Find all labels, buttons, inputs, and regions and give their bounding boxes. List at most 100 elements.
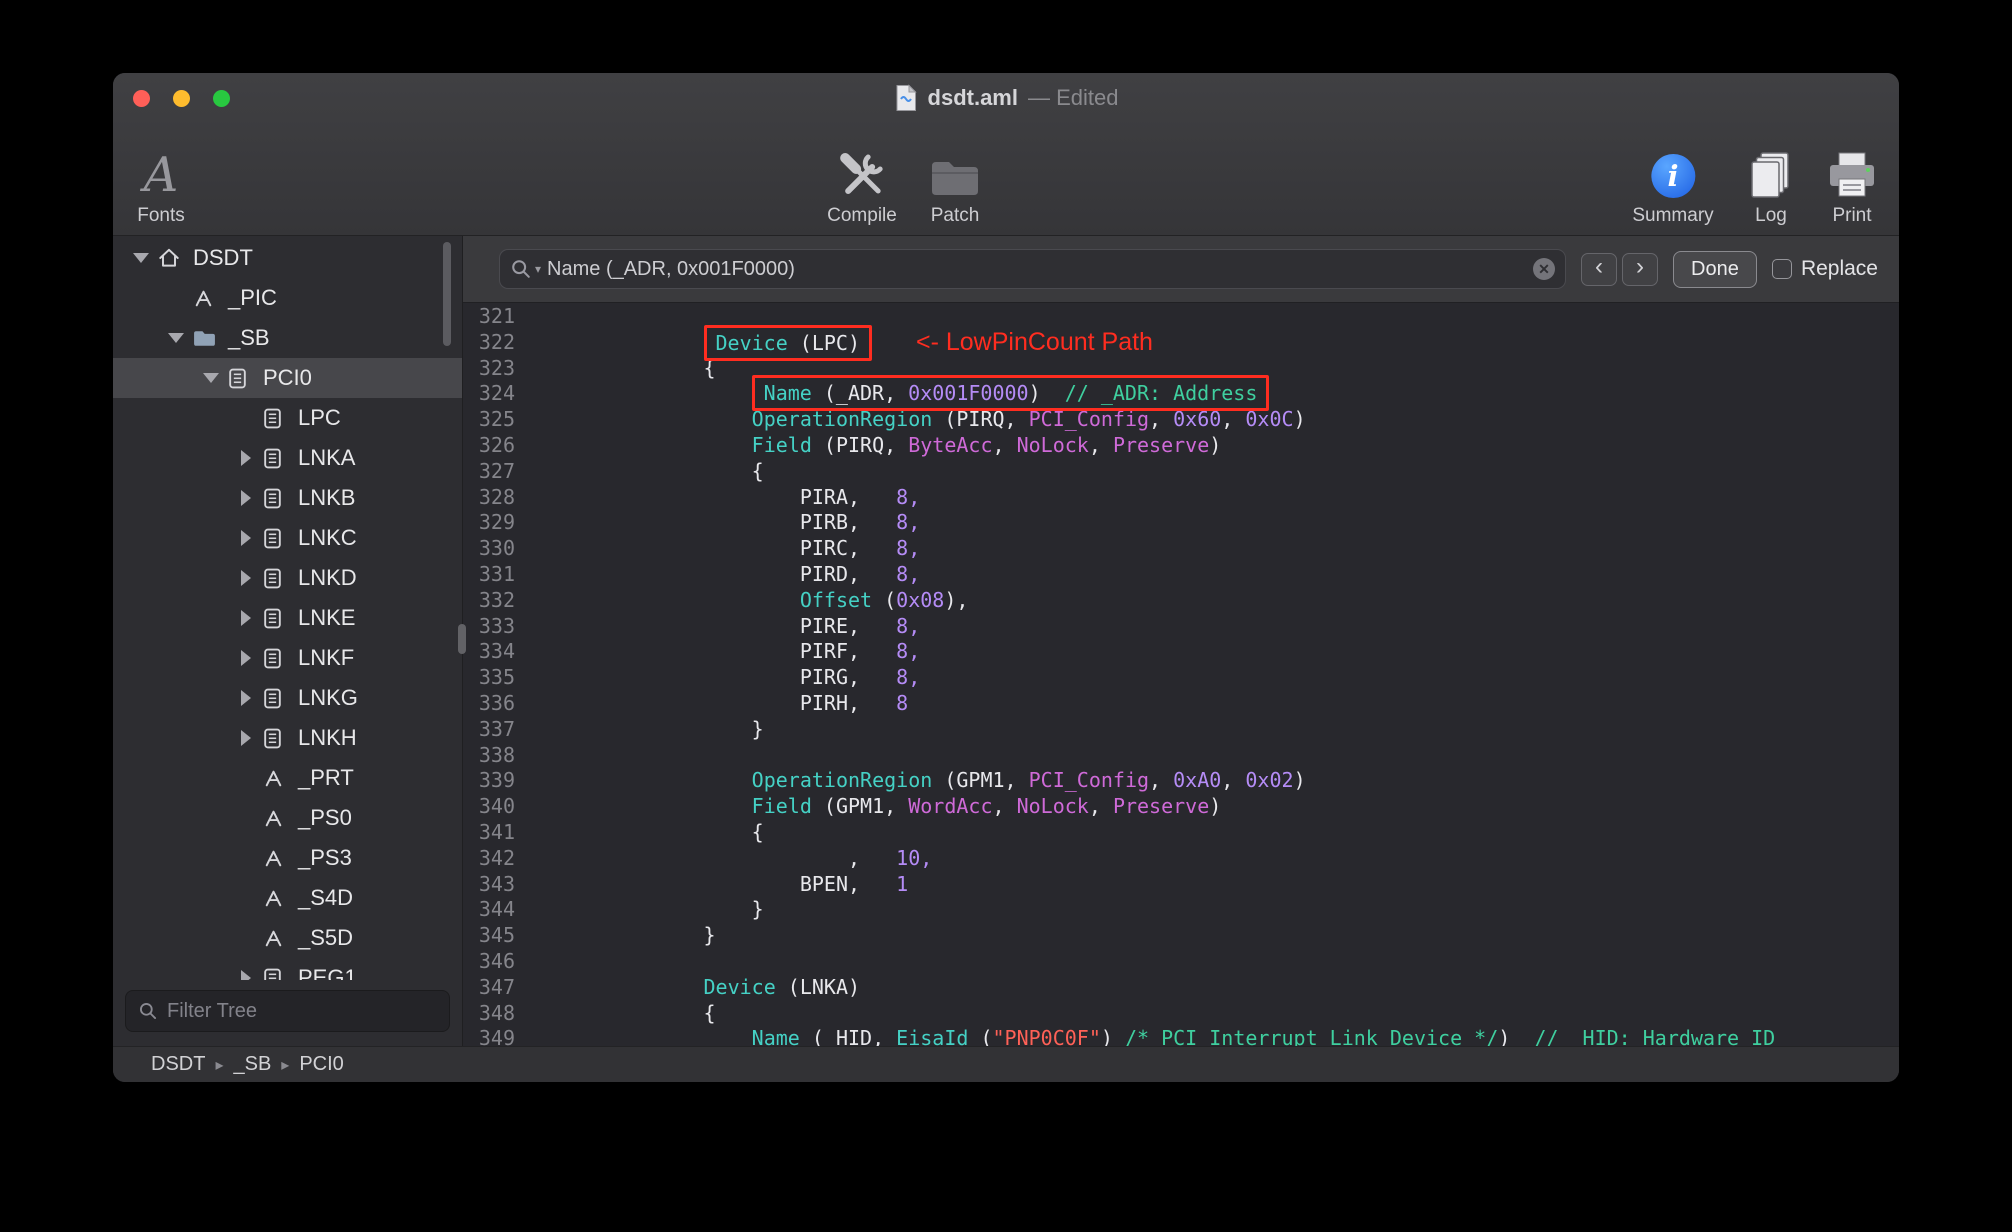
zoom-window-button[interactable] bbox=[213, 89, 230, 107]
patch-label: Patch bbox=[930, 205, 980, 226]
tree-item-_ps0[interactable]: _PS0 bbox=[113, 798, 462, 838]
replace-checkbox[interactable] bbox=[1771, 259, 1792, 279]
disclosure-triangle-icon[interactable] bbox=[160, 333, 192, 343]
print-label: Print bbox=[1832, 205, 1872, 226]
disclosure-triangle-icon[interactable] bbox=[195, 373, 227, 383]
sidebar-scrollbar-thumb[interactable] bbox=[443, 242, 451, 346]
tree-item-lnkc[interactable]: LNKC bbox=[113, 518, 462, 558]
code-token: (PIRQ, bbox=[811, 432, 909, 457]
tree-item-dsdt[interactable]: DSDT bbox=[113, 238, 462, 278]
tree-item-_s4d[interactable]: _S4D bbox=[113, 878, 462, 918]
method-icon bbox=[262, 847, 292, 870]
tree-item-_prt[interactable]: _PRT bbox=[113, 758, 462, 798]
splitter-handle[interactable] bbox=[458, 624, 466, 654]
device-icon bbox=[262, 567, 292, 590]
code-token: ) bbox=[1209, 432, 1222, 457]
log-button[interactable]: Log bbox=[1744, 144, 1798, 227]
find-previous-button[interactable]: ‹ bbox=[1580, 252, 1617, 286]
line-number: 348 bbox=[478, 1000, 515, 1025]
tree-item-lpc[interactable]: LPC bbox=[113, 398, 462, 438]
clear-search-button[interactable]: ✕ bbox=[1532, 258, 1555, 280]
disclosure-triangle-icon[interactable] bbox=[125, 253, 157, 263]
code-token: , bbox=[559, 845, 897, 870]
find-next-button[interactable]: › bbox=[1621, 252, 1658, 286]
code-token: PIRA, bbox=[559, 484, 897, 509]
patch-button[interactable]: Patch bbox=[928, 144, 982, 227]
method-icon bbox=[262, 887, 292, 910]
disclosure-triangle-icon[interactable] bbox=[230, 610, 262, 626]
fonts-button[interactable]: A Fonts bbox=[137, 144, 185, 227]
disclosure-triangle-icon[interactable] bbox=[230, 970, 262, 980]
code-line: 334 PIRF, 8, bbox=[463, 639, 1899, 665]
code-token: BPEN, bbox=[559, 871, 897, 896]
disclosure-triangle-icon[interactable] bbox=[230, 570, 262, 586]
code-token: Preserve bbox=[1112, 432, 1210, 457]
disclosure-triangle-icon[interactable] bbox=[230, 730, 262, 746]
tree-item-_ps3[interactable]: _PS3 bbox=[113, 838, 462, 878]
code-token: , bbox=[992, 794, 1017, 819]
print-button[interactable]: Print bbox=[1825, 144, 1879, 227]
tree-item-lnka[interactable]: LNKA bbox=[113, 438, 462, 478]
code-token: , bbox=[992, 432, 1017, 457]
tree-item-lnke[interactable]: LNKE bbox=[113, 598, 462, 638]
code-line: 322 Device (LPC) <- LowPinCount Path bbox=[463, 324, 1899, 361]
tree-item-label: LNKF bbox=[298, 645, 355, 670]
maciasl-window: dsdt.aml — Edited A Fonts Compile Patch … bbox=[113, 73, 1899, 1082]
code-text: PIRE, 8, bbox=[527, 614, 920, 640]
code-line: 335 PIRG, 8, bbox=[463, 665, 1899, 691]
tree-item-lnkf[interactable]: LNKF bbox=[113, 638, 462, 678]
code-token: 8, bbox=[896, 510, 921, 535]
code-area[interactable]: 321 322 Device (LPC) <- LowPinCount Path 32… bbox=[463, 303, 1899, 1046]
done-button[interactable]: Done bbox=[1672, 250, 1757, 288]
code-token: Offset bbox=[799, 587, 873, 612]
line-number: 332 bbox=[478, 587, 515, 612]
code-line: 327 { bbox=[463, 459, 1899, 485]
summary-button[interactable]: i Summary bbox=[1632, 144, 1714, 227]
minimize-window-button[interactable] bbox=[173, 89, 190, 107]
code-token: { bbox=[559, 1000, 716, 1025]
tree-item-lnkb[interactable]: LNKB bbox=[113, 478, 462, 518]
tree-item-peg1[interactable]: PEG1 bbox=[113, 958, 462, 980]
tree-item-_sb[interactable]: _SB bbox=[113, 318, 462, 358]
disclosure-triangle-icon[interactable] bbox=[230, 450, 262, 466]
tree-item-lnkg[interactable]: LNKG bbox=[113, 678, 462, 718]
line-number: 326 bbox=[478, 432, 515, 457]
code-token: ) bbox=[1209, 794, 1222, 819]
breadcrumb-separator-icon: ▸ bbox=[281, 1056, 290, 1074]
code-text: OperationRegion (GPM1, PCI_Config, 0xA0,… bbox=[527, 768, 1306, 794]
disclosure-triangle-icon[interactable] bbox=[230, 530, 262, 546]
code-text: PIRG, 8, bbox=[527, 665, 920, 691]
disclosure-triangle-icon[interactable] bbox=[230, 690, 262, 706]
filter-tree-field[interactable]: Filter Tree bbox=[125, 990, 450, 1032]
code-token: { bbox=[559, 355, 716, 380]
code-token: ByteAcc bbox=[908, 432, 993, 457]
device-icon bbox=[262, 687, 292, 710]
compile-button[interactable]: Compile bbox=[827, 144, 897, 227]
line-number: 340 bbox=[478, 794, 515, 819]
line-number: 347 bbox=[478, 974, 515, 999]
code-token: 0x02 bbox=[1245, 768, 1294, 793]
tree-item-label: _PIC bbox=[228, 285, 277, 310]
search-field[interactable]: ▾ Name (_ADR, 0x001F0000) ✕ bbox=[499, 249, 1566, 289]
close-window-button[interactable] bbox=[133, 89, 150, 107]
code-token: OperationRegion bbox=[751, 768, 933, 793]
document-title: dsdt.aml bbox=[927, 85, 1018, 110]
tree-item-lnkd[interactable]: LNKD bbox=[113, 558, 462, 598]
disclosure-triangle-icon[interactable] bbox=[230, 650, 262, 666]
disclosure-triangle-icon[interactable] bbox=[230, 490, 262, 506]
device-icon bbox=[262, 407, 292, 430]
tree-item-_s5d[interactable]: _S5D bbox=[113, 918, 462, 958]
code-token: PIRB, bbox=[559, 510, 897, 535]
tree-item-label: _S4D bbox=[298, 885, 354, 910]
breadcrumb-item[interactable]: PCI0 bbox=[299, 1053, 343, 1076]
tree-item-lnkh[interactable]: LNKH bbox=[113, 718, 462, 758]
fonts-icon: A bbox=[143, 147, 179, 203]
code-token: // _HID: Hardware ID bbox=[1534, 1026, 1776, 1046]
breadcrumb-item[interactable]: _SB bbox=[233, 1053, 271, 1076]
tree-item-_pic[interactable]: _PIC bbox=[113, 278, 462, 318]
code-line: 333 PIRE, 8, bbox=[463, 614, 1899, 640]
code-text: PIRC, 8, bbox=[527, 536, 920, 562]
tree-item-pci0[interactable]: PCI0 bbox=[113, 358, 462, 398]
breadcrumb-item[interactable]: DSDT bbox=[151, 1053, 205, 1076]
